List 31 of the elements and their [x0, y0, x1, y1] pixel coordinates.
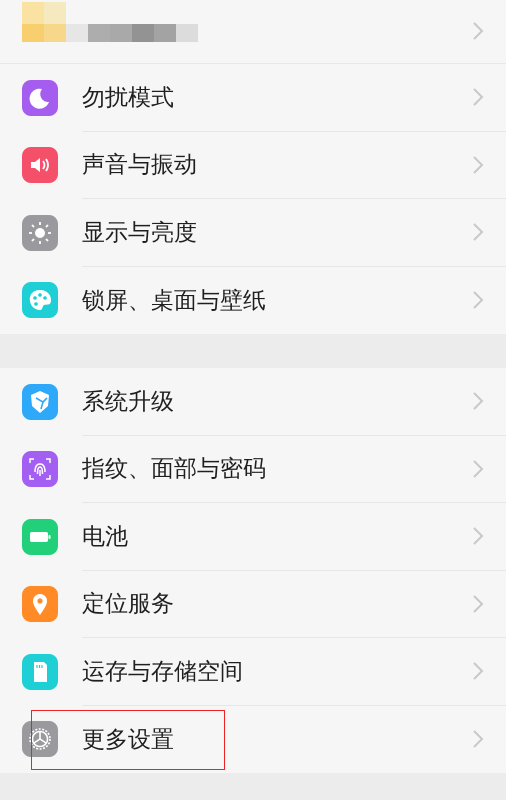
chevron-right-icon: [472, 526, 484, 546]
setting-label: 系统升级: [82, 388, 174, 417]
setting-label: 显示与亮度: [82, 218, 197, 248]
settings-row[interactable]: 锁屏、桌面与壁纸: [0, 266, 506, 334]
chevron-right-icon: [472, 154, 484, 175]
chevron-right-icon: [472, 661, 484, 682]
settings-row[interactable]: 显示与亮度: [0, 199, 506, 266]
settings-row[interactable]: 系统升级: [0, 368, 506, 436]
setting-label: 运存与存储空间: [82, 658, 243, 687]
settings-row[interactable]: 指纹、面部与密码: [0, 436, 506, 503]
settings-row[interactable]: 声音与振动: [0, 132, 506, 199]
chevron-right-icon: [472, 87, 484, 108]
settings-row[interactable]: 勿扰模式: [0, 64, 506, 132]
settings-row[interactable]: 更多设置: [0, 706, 506, 773]
setting-label: 指纹、面部与密码: [82, 455, 266, 484]
setting-label: 更多设置: [82, 726, 174, 755]
chevron-right-icon: [472, 458, 484, 479]
chevron-right-icon: [472, 594, 484, 614]
chevron-right-icon: [472, 391, 484, 412]
chevron-right-icon: [472, 21, 484, 41]
setting-label: 定位服务: [82, 590, 174, 620]
settings-row[interactable]: 运存与存储空间: [0, 638, 506, 706]
chevron-right-icon: [472, 729, 484, 750]
settings-row[interactable]: 定位服务: [0, 570, 506, 638]
setting-label: 锁屏、桌面与壁纸: [82, 286, 266, 316]
setting-label: 勿扰模式: [82, 84, 174, 113]
settings-row[interactable]: 电池: [0, 503, 506, 570]
chevron-right-icon: [472, 222, 484, 242]
setting-label: 电池: [82, 522, 128, 552]
chevron-right-icon: [472, 290, 484, 310]
setting-label: 声音与振动: [82, 151, 197, 180]
